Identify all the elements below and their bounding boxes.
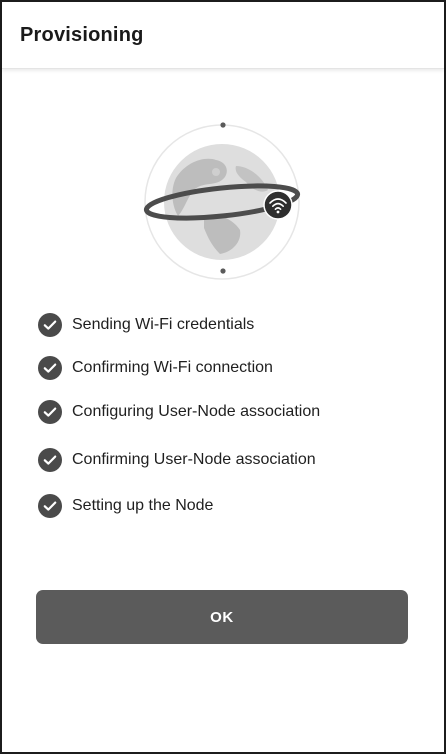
check-circle-icon [38, 448, 62, 472]
step-label: Setting up the Node [72, 497, 214, 514]
step-label: Sending Wi-Fi credentials [72, 316, 255, 333]
app-header: Provisioning [2, 2, 444, 69]
step-item: Configuring User-Node association [38, 399, 320, 425]
check-circle-icon [38, 400, 62, 424]
page-title: Provisioning [20, 24, 144, 46]
globe-wifi-icon [142, 120, 308, 285]
step-item: Confirming Wi-Fi connection [38, 355, 273, 381]
step-item: Sending Wi-Fi credentials [38, 312, 254, 338]
step-item: Confirming User-Node association [38, 447, 316, 473]
check-circle-icon [38, 356, 62, 380]
ok-button[interactable]: OK [36, 590, 408, 644]
ok-button-label: OK [210, 608, 234, 626]
check-circle-icon [38, 313, 62, 337]
app-screen: Provisioning Sending Wi-Fi credentials C… [0, 0, 446, 754]
step-item: Setting up the Node [38, 493, 213, 519]
step-label: Configuring User-Node association [72, 403, 321, 420]
step-label: Confirming User-Node association [72, 451, 316, 468]
step-label: Confirming Wi-Fi connection [72, 359, 273, 376]
check-circle-icon [38, 494, 62, 518]
